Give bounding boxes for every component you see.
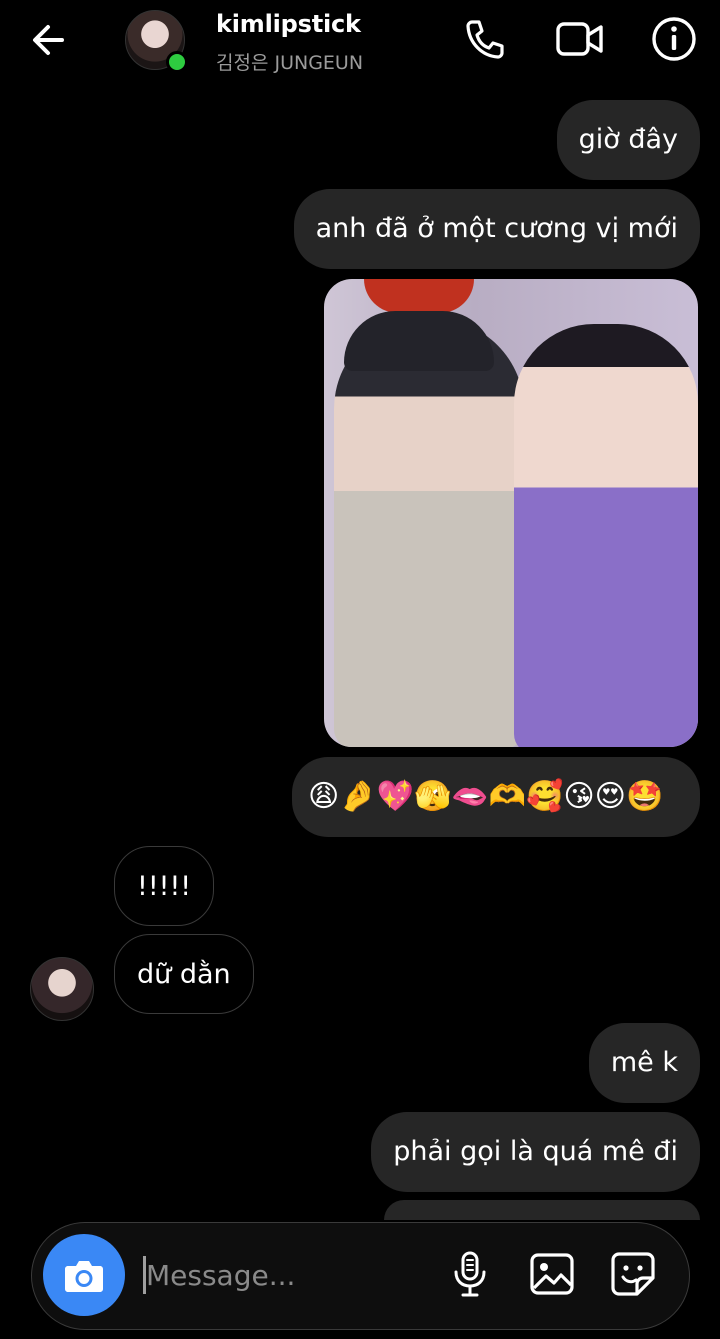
online-status-indicator [166,51,188,73]
incoming-message[interactable]: !!!!! [114,846,215,926]
gallery-icon[interactable] [528,1250,576,1298]
message-input[interactable] [146,1253,436,1297]
microphone-icon[interactable] [446,1250,494,1298]
outgoing-message[interactable]: anh đã ở một cương vị mới [293,189,700,269]
profile-avatar[interactable] [125,10,188,73]
back-arrow-icon[interactable] [28,20,72,60]
sender-avatar[interactable] [30,957,94,1021]
shared-photo[interactable] [324,279,698,747]
chat-username[interactable]: kimlipstick [216,10,361,38]
camera-icon[interactable] [43,1234,125,1316]
photo-red-bow [364,279,474,313]
outgoing-message[interactable]: phải gọi là quá mê đi [371,1112,700,1192]
phone-icon[interactable] [462,16,508,62]
outgoing-message[interactable]: mê k [588,1023,700,1103]
video-call-icon[interactable] [555,16,603,62]
photo-black-cap [344,311,494,371]
chat-header: kimlipstick 김정은 JUNGEUN [0,0,720,84]
info-icon[interactable] [651,16,697,62]
outgoing-message[interactable]: giờ đây [556,100,700,180]
sticker-icon[interactable] [609,1250,657,1298]
photo-subject-left [334,319,524,747]
incoming-message[interactable]: dữ dằn [114,934,254,1014]
photo-subject-right [514,324,698,747]
chat-subtitle: 김정은 JUNGEUN [216,52,364,74]
outgoing-message-partial [384,1200,700,1220]
emoji-message[interactable]: 😩🤌💖🫣🫦🫶🥰😘😍🤩 [292,757,700,837]
